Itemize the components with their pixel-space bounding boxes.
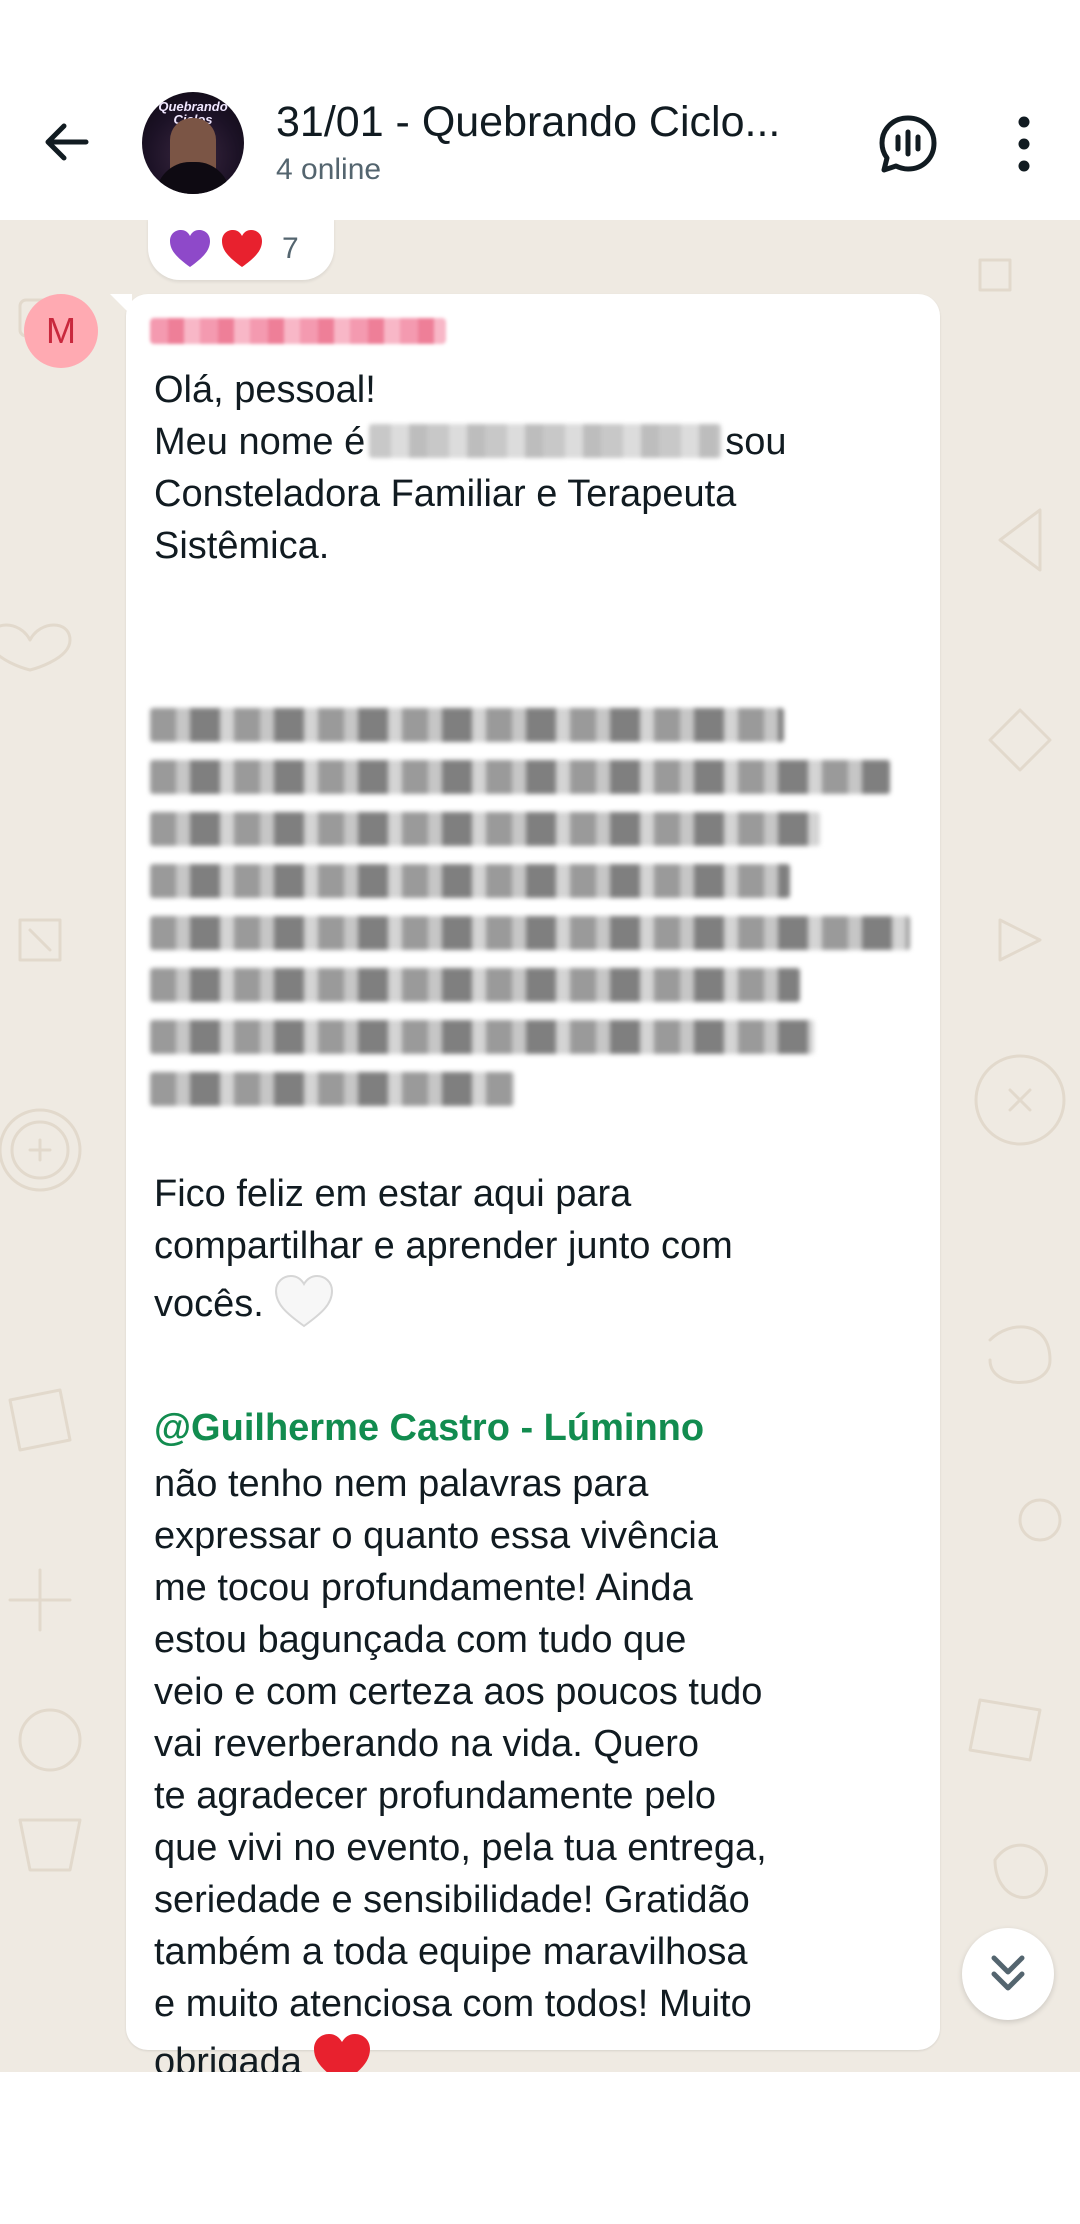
redacted-line — [150, 1020, 814, 1054]
redacted-line — [150, 968, 800, 1002]
message-reactions[interactable]: 7 — [148, 220, 334, 280]
group-avatar[interactable]: Quebrando Ciclos — [142, 92, 244, 194]
scroll-to-bottom-button[interactable] — [962, 1928, 1054, 2020]
double-chevron-down-icon — [991, 1955, 1025, 1991]
body-line: não tenho nem palavras para — [154, 1463, 649, 1505]
red-heart-icon — [313, 2034, 370, 2072]
redacted-line — [150, 812, 820, 846]
closing-line-2: compartilhar e aprender junto com — [154, 1225, 733, 1267]
redacted-line — [150, 708, 784, 742]
chat-title: 31/01 - Quebrando Ciclo... — [276, 98, 781, 146]
body-line: vai reverberando na vida. Quero — [154, 1723, 699, 1765]
body-line: seriedade e sensibilidade! Gratidão — [154, 1879, 750, 1921]
back-arrow-icon[interactable] — [36, 112, 96, 172]
sender-name-redacted[interactable]: redacted — [150, 318, 446, 344]
bottom-area — [0, 2072, 1080, 2224]
redacted-line — [150, 1072, 514, 1106]
message-closing: Fico feliz em estar aqui para compartilh… — [154, 1168, 914, 1330]
red-heart-icon — [222, 230, 262, 267]
body-line: te agradecer profundamente pelo — [154, 1775, 716, 1817]
intro-suffix: sou — [725, 421, 787, 463]
name-redacted: redacted — [369, 424, 722, 458]
closing-line-1: Fico feliz em estar aqui para — [154, 1173, 632, 1215]
chat-status: 4 online — [276, 153, 382, 186]
intro-line-3: Sistêmica. — [154, 525, 330, 567]
redacted-line — [150, 916, 910, 950]
chat-title-block[interactable]: 31/01 - Quebrando Ciclo... 4 online — [276, 96, 836, 188]
last-word: obrigada — [154, 2041, 302, 2072]
message-intro: Olá, pessoal! Meu nome éredactedsou Cons… — [154, 364, 914, 572]
mention-link[interactable]: @Guilherme Castro - Lúminno — [154, 1402, 704, 1454]
redacted-paragraph — [150, 708, 910, 1128]
sender-avatar[interactable]: M — [24, 294, 98, 368]
greeting-text: Olá, pessoal! — [154, 369, 376, 411]
body-line: expressar o quanto essa vivência — [154, 1515, 718, 1557]
redacted-line — [150, 864, 790, 898]
message-bubble[interactable]: redacted Olá, pessoal! Meu nome éredacte… — [110, 294, 940, 2072]
chat-header: Quebrando Ciclos 31/01 - Quebrando Ciclo… — [0, 0, 1080, 220]
body-line: veio e com certeza aos poucos tudo — [154, 1671, 763, 1713]
message-body: não tenho nem palavras para expressar o … — [154, 1458, 914, 2072]
chat-area[interactable]: 7 M redacted Olá, pessoal! Meu nome éred… — [0, 220, 1080, 2072]
body-line: me tocou profundamente! Ainda — [154, 1567, 693, 1609]
reaction-count: 7 — [282, 232, 299, 265]
white-heart-icon — [274, 1274, 333, 1328]
body-line: também a toda equipe maravilhosa — [154, 1931, 748, 1973]
group-avatar-body — [156, 162, 230, 194]
body-line: e muito atenciosa com todos! Muito — [154, 1983, 752, 2025]
redacted-line — [150, 760, 890, 794]
body-line: que vivi no evento, pela tua entrega, — [154, 1827, 767, 1869]
more-options-icon[interactable] — [1000, 112, 1048, 176]
purple-heart-icon — [170, 230, 210, 267]
intro-line-1: Meu nome éredactedsou — [154, 416, 914, 468]
intro-line-2: Consteladora Familiar e Terapeuta — [154, 473, 737, 515]
intro-prefix: Meu nome é — [154, 421, 366, 463]
closing-line-3: vocês. — [154, 1272, 914, 1330]
voice-chat-icon[interactable] — [876, 112, 940, 176]
body-last-line: obrigada — [154, 2030, 914, 2072]
body-line: estou bagunçada com tudo que — [154, 1619, 687, 1661]
closing-word: vocês. — [154, 1283, 264, 1325]
